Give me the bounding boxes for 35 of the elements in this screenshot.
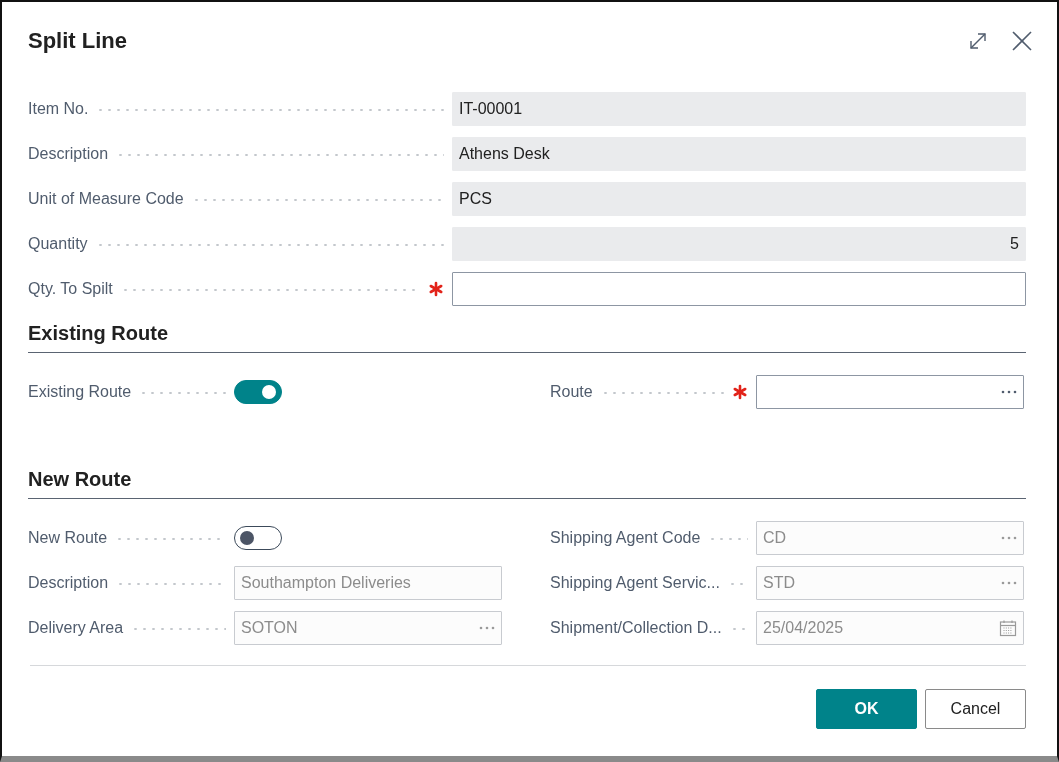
ok-button[interactable]: OK — [816, 689, 917, 729]
expand-icon — [968, 31, 988, 51]
field-label: Route — [550, 383, 593, 401]
field-label: Quantity — [28, 235, 88, 253]
field-label: Shipment/Collection D... — [550, 619, 722, 637]
section-heading: New Route — [28, 468, 1026, 499]
input-field[interactable]: 5 — [452, 227, 1026, 261]
field-label: Item No. — [28, 100, 89, 118]
field-label: Qty. To Spilt — [28, 280, 113, 298]
field-label: New Route — [28, 529, 108, 547]
input-field[interactable]: Athens Desk — [452, 137, 1026, 171]
field-label: Shipping Agent Code — [550, 529, 701, 547]
toggle-switch[interactable] — [234, 380, 282, 404]
field-label: Unit of Measure Code — [28, 190, 184, 208]
cancel-button[interactable]: Cancel — [925, 689, 1026, 729]
more-icon — [1001, 581, 1017, 585]
field-label: Shipping Agent Servic... — [550, 574, 720, 592]
field-label: Description — [28, 145, 109, 163]
lookup-field[interactable] — [756, 375, 1024, 409]
section-heading: Existing Route — [28, 322, 1026, 353]
dialog-title: Split Line — [28, 28, 128, 54]
field-label: Existing Route — [28, 383, 132, 401]
field-label: Delivery Area — [28, 619, 124, 637]
more-icon — [1001, 536, 1017, 540]
more-icon — [1001, 390, 1017, 394]
more-icon — [479, 626, 495, 630]
close-icon — [1011, 30, 1033, 52]
calendar-icon — [999, 619, 1017, 637]
input-field[interactable]: IT-00001 — [452, 92, 1026, 126]
input-field[interactable]: PCS — [452, 182, 1026, 216]
field-label: Description — [28, 574, 109, 592]
input-field[interactable] — [452, 272, 1026, 306]
required-icon — [428, 281, 444, 297]
toggle-switch[interactable] — [234, 526, 282, 550]
required-icon — [732, 384, 748, 400]
